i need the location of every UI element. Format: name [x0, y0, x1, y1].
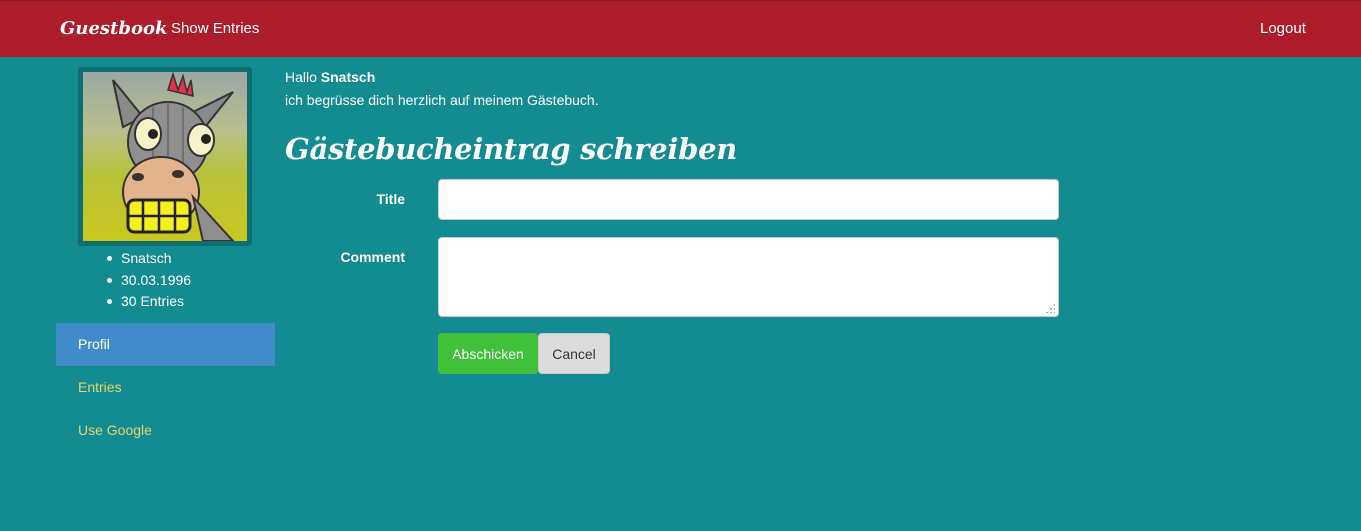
- logout-link[interactable]: Logout: [1260, 20, 1306, 37]
- show-entries-link[interactable]: Show Entries: [171, 20, 259, 37]
- greeting-prefix: Hallo: [285, 69, 317, 85]
- profile-info-list: Snatsch 30.03.1996 30 Entries: [107, 248, 191, 313]
- profile-entries-count: 30 Entries: [107, 291, 191, 313]
- welcome-text: ich begrüsse dich herzlich auf meinem Gä…: [285, 92, 599, 108]
- avatar: [78, 67, 252, 246]
- sidebar-nav: Profil Entries Use Google: [56, 323, 275, 452]
- brand-logo-link[interactable]: Guestbook: [60, 18, 167, 39]
- cancel-button[interactable]: Cancel: [538, 333, 610, 374]
- top-navbar: Guestbook Show Entries Logout: [0, 0, 1361, 57]
- sidebar-item-profil[interactable]: Profil: [56, 323, 275, 366]
- page-title: Gästebucheintrag schreiben: [285, 132, 738, 166]
- title-input[interactable]: [438, 179, 1059, 220]
- comment-label: Comment: [340, 249, 405, 265]
- profile-birthdate: 30.03.1996: [107, 270, 191, 292]
- submit-button[interactable]: Abschicken: [438, 333, 538, 374]
- comment-textarea[interactable]: [438, 237, 1059, 317]
- greeting-line: Hallo Snatsch: [285, 69, 375, 85]
- cartoon-donkey-avatar-image: [112, 72, 235, 241]
- greeting-name: Snatsch: [320, 69, 376, 85]
- profile-name: Snatsch: [107, 248, 191, 270]
- sidebar-item-entries[interactable]: Entries: [56, 366, 275, 409]
- resize-handle-icon[interactable]: [1045, 303, 1055, 313]
- sidebar-item-use-google[interactable]: Use Google: [56, 409, 275, 452]
- title-label: Title: [376, 191, 405, 207]
